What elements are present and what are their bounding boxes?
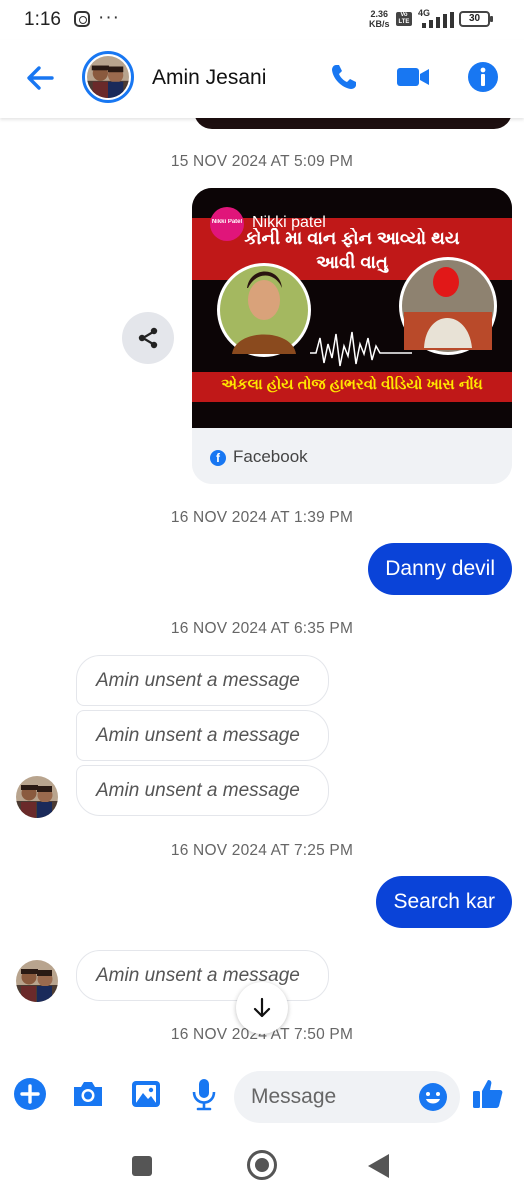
timestamp: 16 NOV 2024 AT 1:39 PM xyxy=(170,509,354,526)
volte-badge: Vo LTE xyxy=(396,12,412,26)
shared-facebook-post[interactable]: Nikki Patel Nikki patel કોની મા વાન ફોન … xyxy=(192,188,512,484)
arrow-down-icon xyxy=(253,997,271,1018)
message-input[interactable]: Message xyxy=(234,1071,460,1123)
unsent-message-notice[interactable]: Amin unsent a message xyxy=(76,765,329,816)
post-source-row[interactable]: f Facebook xyxy=(192,428,512,484)
avatar-photo xyxy=(87,56,129,98)
signal-strength-icon xyxy=(422,12,454,28)
share-button[interactable] xyxy=(122,312,174,364)
status-time: 1:16 xyxy=(24,9,61,30)
thumbnail-title-line1: કોની મા વાન ફોન આવ્યો થય xyxy=(244,228,460,248)
net-speed: 2.36 KB/s xyxy=(369,9,390,29)
unsent-message-notice[interactable]: Amin unsent a message xyxy=(76,655,329,706)
system-back-button[interactable] xyxy=(368,1154,389,1178)
post-source-label: Facebook xyxy=(233,447,308,466)
timestamp: 16 NOV 2024 AT 6:35 PM xyxy=(170,620,354,637)
outgoing-message-bubble[interactable]: Danny devil xyxy=(368,543,512,595)
camera-icon[interactable] xyxy=(70,1076,106,1112)
video-camera-icon[interactable] xyxy=(396,60,430,94)
back-arrow-icon[interactable] xyxy=(22,60,58,96)
thumbnail-title-line2: આવી વાતુ xyxy=(316,252,388,272)
home-button[interactable] xyxy=(247,1150,277,1180)
instagram-notification-icon xyxy=(74,11,90,27)
recent-apps-button[interactable] xyxy=(132,1156,152,1176)
unsent-message-notice[interactable]: Amin unsent a message xyxy=(76,710,329,761)
thumbnail-caption: એકલા હોય તોજ હાભરવો વીડિયો ખાસ નોંધ xyxy=(221,376,483,393)
post-thumbnail[interactable]: Nikki Patel Nikki patel કોની મા વાન ફોન … xyxy=(192,188,512,428)
message-composer: Message xyxy=(0,1052,524,1140)
contact-avatar[interactable] xyxy=(82,51,134,103)
timestamp: 15 NOV 2024 AT 5:09 PM xyxy=(170,153,354,170)
emoji-icon[interactable] xyxy=(417,1081,449,1113)
info-icon[interactable] xyxy=(466,60,500,94)
status-bar: 1:16 ··· 2.36 KB/s Vo LTE 4G 30 xyxy=(0,0,524,40)
previous-media-message[interactable] xyxy=(194,118,512,129)
chat-header: Amin Jesani xyxy=(0,40,524,118)
net-speed-value: 2.36 xyxy=(370,9,389,19)
contact-name[interactable]: Amin Jesani xyxy=(152,66,266,90)
timestamp: 16 NOV 2024 AT 7:25 PM xyxy=(170,842,354,859)
phone-icon[interactable] xyxy=(327,60,361,94)
outgoing-message-bubble[interactable]: Search kar xyxy=(376,876,512,928)
net-speed-unit: KB/s xyxy=(369,19,390,29)
facebook-icon: f xyxy=(210,450,226,466)
message-list[interactable]: 15 NOV 2024 AT 5:09 PM Nikki Patel Nikki… xyxy=(0,118,524,1052)
scroll-to-bottom-button[interactable] xyxy=(236,982,288,1034)
thumbnail-badge: Nikki Patel xyxy=(211,219,243,225)
microphone-icon[interactable] xyxy=(186,1076,222,1112)
share-icon xyxy=(138,327,158,349)
unsent-message-notice[interactable]: Amin unsent a message xyxy=(76,950,329,1001)
message-placeholder: Message xyxy=(251,1085,337,1108)
contact-avatar-small[interactable] xyxy=(16,960,58,1002)
contact-avatar-small[interactable] xyxy=(16,776,58,818)
plus-circle-icon[interactable] xyxy=(12,1076,48,1112)
image-icon[interactable] xyxy=(128,1076,164,1112)
battery-icon: 30 xyxy=(459,11,493,27)
thumbs-up-icon[interactable] xyxy=(470,1076,506,1112)
system-navigation-bar xyxy=(0,1140,524,1200)
more-notifications-icon: ··· xyxy=(98,7,120,28)
